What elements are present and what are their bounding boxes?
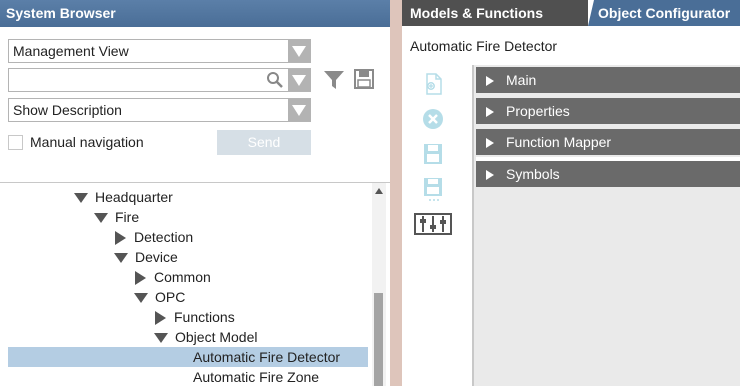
configurator-panel: Models & Functions Object Configurator A… xyxy=(402,0,740,386)
chevron-down-icon[interactable] xyxy=(288,69,310,91)
filter-icon[interactable] xyxy=(323,70,345,90)
expanded-icon[interactable] xyxy=(114,253,128,264)
expand-arrow-icon[interactable] xyxy=(486,138,494,149)
tree-node-label: Automatic Fire Detector xyxy=(193,349,341,365)
search-input[interactable] xyxy=(8,68,311,92)
browser-controls: Management View Show Description Manual … xyxy=(0,27,390,183)
tree-node-label: Functions xyxy=(174,309,235,325)
tab-bar: Models & Functions Object Configurator xyxy=(402,0,740,26)
sections-area: Main Properties Function Mapper Symbols xyxy=(472,65,740,386)
tab-models-functions[interactable]: Models & Functions xyxy=(402,0,588,26)
section-label: Properties xyxy=(506,103,570,119)
tree-node-label: Fire xyxy=(115,209,140,225)
expanded-icon[interactable] xyxy=(134,293,148,304)
tree-node-functions[interactable]: Functions xyxy=(155,307,235,327)
tree-node-label: Device xyxy=(135,249,178,265)
collapsed-icon[interactable] xyxy=(135,271,146,286)
tree-node-common[interactable]: Common xyxy=(135,267,211,287)
view-select[interactable]: Management View xyxy=(8,39,311,63)
manual-navigation-checkbox[interactable] xyxy=(8,135,23,150)
delete-icon[interactable] xyxy=(420,106,446,132)
tree-node-label: Detection xyxy=(134,229,194,245)
tree-node-automatic-fire-detector[interactable]: Automatic Fire Detector xyxy=(8,347,368,367)
section-function-mapper[interactable]: Function Mapper xyxy=(476,129,740,155)
section-symbols[interactable]: Symbols xyxy=(476,161,740,187)
expand-arrow-icon[interactable] xyxy=(486,107,494,118)
object-title: Automatic Fire Detector xyxy=(410,38,558,54)
tree-node-label: Object Model xyxy=(175,329,258,345)
system-browser-panel: System Browser Management View Show Desc… xyxy=(0,0,390,386)
section-label: Function Mapper xyxy=(506,134,612,150)
scroll-thumb[interactable] xyxy=(374,293,383,386)
manual-navigation-label: Manual navigation xyxy=(30,134,144,150)
tree-node-detection[interactable]: Detection xyxy=(115,227,193,247)
tab-object-configurator[interactable]: Object Configurator xyxy=(588,0,740,26)
section-properties[interactable]: Properties xyxy=(476,98,740,124)
tree-node-headquarter[interactable]: Headquarter xyxy=(74,187,173,207)
chevron-down-icon[interactable] xyxy=(288,40,310,62)
system-tree: Headquarter Fire Detection Device Common… xyxy=(0,183,372,386)
description-select-value: Show Description xyxy=(13,102,122,118)
expanded-icon[interactable] xyxy=(94,213,108,224)
save-icon[interactable] xyxy=(420,141,446,167)
expand-arrow-icon[interactable] xyxy=(486,170,494,181)
properties-sliders-icon[interactable] xyxy=(414,211,452,237)
tree-node-opc[interactable]: OPC xyxy=(134,287,185,307)
pane-splitter[interactable] xyxy=(390,0,402,386)
tree-node-fire[interactable]: Fire xyxy=(94,207,139,227)
save-icon[interactable] xyxy=(353,68,375,90)
tree-node-automatic-fire-zone[interactable]: Automatic Fire Zone xyxy=(193,367,319,386)
vertical-toolbar xyxy=(402,65,472,386)
view-select-value: Management View xyxy=(13,43,129,59)
section-label: Symbols xyxy=(506,166,560,182)
collapsed-icon[interactable] xyxy=(155,311,166,326)
new-document-icon[interactable] xyxy=(420,71,446,97)
expand-arrow-icon[interactable] xyxy=(486,76,494,87)
tree-node-label: Common xyxy=(154,269,211,285)
tree-node-object-model[interactable]: Object Model xyxy=(154,327,257,347)
description-select[interactable]: Show Description xyxy=(8,98,311,122)
expanded-icon[interactable] xyxy=(74,193,88,204)
expanded-icon[interactable] xyxy=(154,333,168,344)
section-main[interactable]: Main xyxy=(476,67,740,93)
save-as-icon[interactable] xyxy=(420,176,446,202)
tree-node-label: Headquarter xyxy=(95,189,173,205)
tree-scrollbar[interactable] xyxy=(372,183,386,386)
scroll-up-icon[interactable] xyxy=(375,188,383,194)
section-label: Main xyxy=(506,72,537,88)
tree-node-label: Automatic Fire Zone xyxy=(193,369,320,385)
chevron-down-icon[interactable] xyxy=(288,99,310,121)
tree-node-device[interactable]: Device xyxy=(114,247,178,267)
system-browser-title: System Browser xyxy=(0,0,390,27)
send-button[interactable]: Send xyxy=(217,130,311,155)
tree-node-label: OPC xyxy=(155,289,186,305)
search-icon[interactable] xyxy=(266,71,284,89)
collapsed-icon[interactable] xyxy=(115,231,126,246)
